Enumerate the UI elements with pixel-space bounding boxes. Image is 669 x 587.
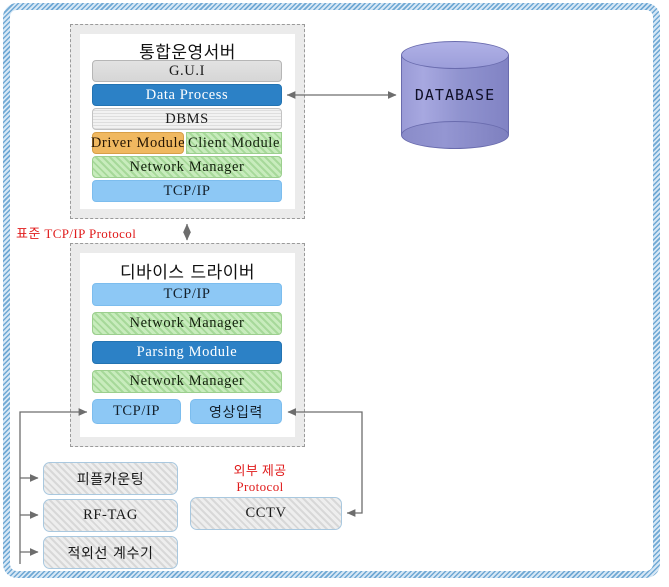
server-row-tcpip[interactable]: TCP/IP xyxy=(92,180,282,202)
device-box-people-counting[interactable]: 피플카운팅 xyxy=(43,462,178,495)
server-row-dbms[interactable]: DBMS xyxy=(92,108,282,130)
driver-row-network-manager-upper[interactable]: Network Manager xyxy=(92,312,282,335)
server-row-client-module[interactable]: Client Module xyxy=(186,132,282,154)
server-row-data-process[interactable]: Data Process xyxy=(92,84,282,106)
driver-row-network-manager-lower[interactable]: Network Manager xyxy=(92,370,282,393)
driver-row-tcpip-top[interactable]: TCP/IP xyxy=(92,283,282,306)
diagram-canvas: 통합운영서버 G.U.I Data Process DBMS Driver Mo… xyxy=(0,0,669,587)
driver-row-parsing-module[interactable]: Parsing Module xyxy=(92,341,282,364)
server-row-network-manager[interactable]: Network Manager xyxy=(92,156,282,178)
device-box-cctv[interactable]: CCTV xyxy=(190,497,342,530)
device-box-rf-tag[interactable]: RF-TAG xyxy=(43,499,178,532)
database-cylinder[interactable]: DATABASE xyxy=(401,41,509,149)
external-protocol-label-line1: 외부 제공 xyxy=(233,463,287,478)
external-protocol-label-line2: Protocol xyxy=(236,479,284,494)
device-box-infrared-counter[interactable]: 적외선 계수기 xyxy=(43,536,178,569)
database-label: DATABASE xyxy=(414,86,496,104)
server-row-driver-module[interactable]: Driver Module xyxy=(91,132,185,154)
server-row-gui[interactable]: G.U.I xyxy=(92,60,282,82)
driver-row-video-input[interactable]: 영상입력 xyxy=(190,399,282,424)
driver-row-tcpip-bottom[interactable]: TCP/IP xyxy=(92,399,181,424)
standard-protocol-label: 표준 TCP/IP Protocol xyxy=(16,226,137,241)
driver-panel-title: 디바이스 드라이버 xyxy=(119,263,256,283)
